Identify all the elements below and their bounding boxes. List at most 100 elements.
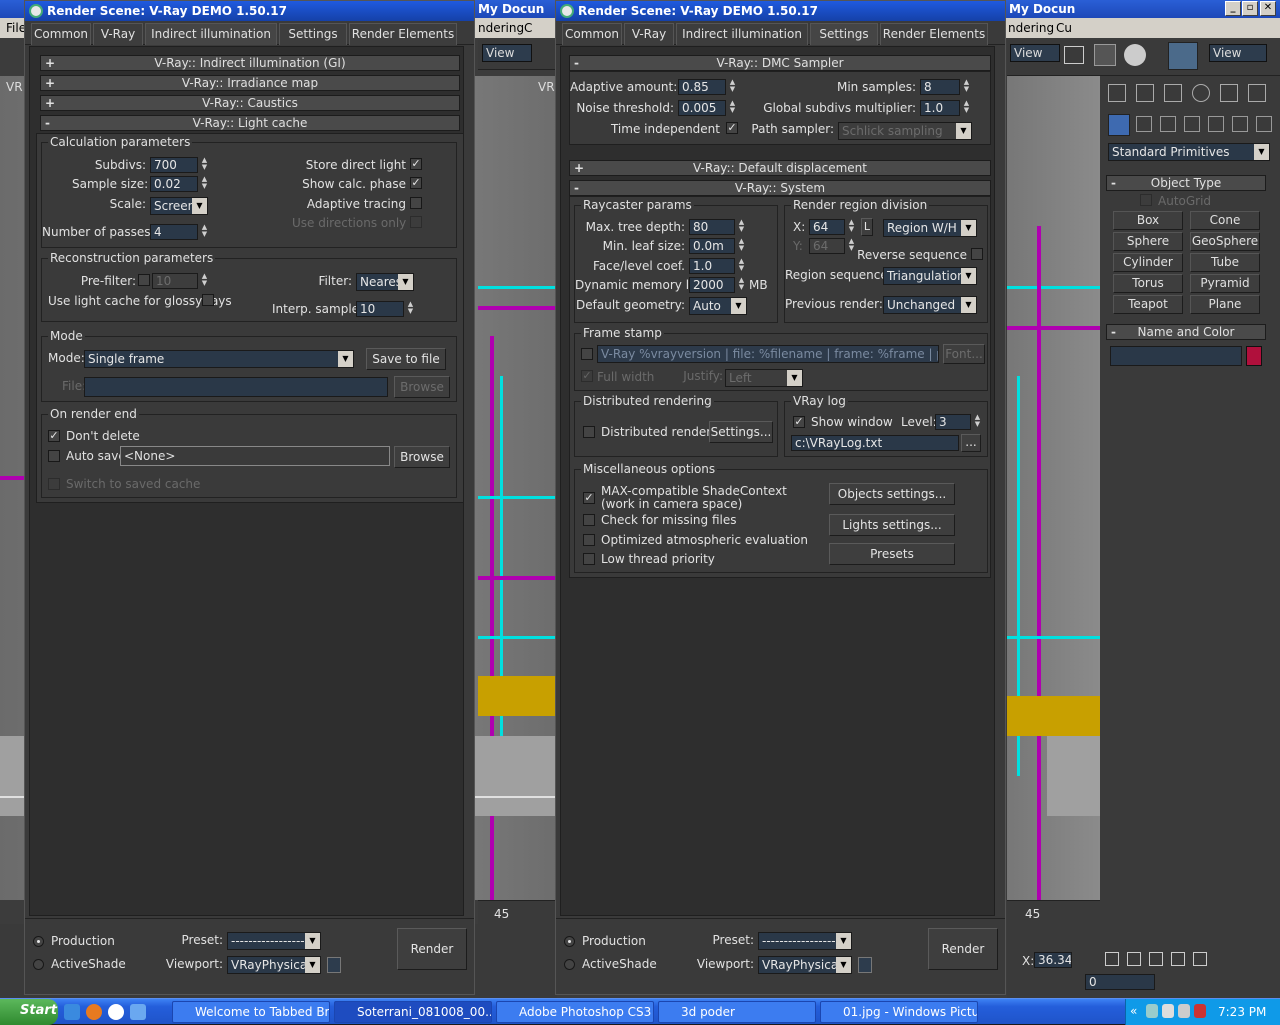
passes-spinner[interactable]: ▲ ▼ [200, 224, 209, 240]
category-dropdown[interactable]: Standard Primitives ▼ [1108, 143, 1270, 161]
show-calc-checkbox[interactable]: ✓ [410, 177, 422, 189]
viewport-dropdown[interactable]: VRayPhysicalCa ▼ [758, 956, 852, 974]
tab-common[interactable]: Common [562, 23, 622, 45]
lock-icon[interactable] [327, 957, 341, 973]
store-direct-checkbox[interactable]: ✓ [410, 158, 422, 170]
justify-dropdown[interactable]: Left ▼ [725, 369, 803, 387]
prefilter-checkbox[interactable] [138, 274, 150, 286]
sample-size-field[interactable]: 0.02 [150, 176, 198, 192]
menu-c[interactable]: C [518, 18, 538, 38]
activeshade-radio[interactable] [564, 959, 575, 970]
region-x-spinner[interactable]: ▲ ▼ [847, 219, 856, 235]
full-width-checkbox[interactable]: ✓ [581, 370, 593, 382]
irradiance-rollout[interactable]: + V-Ray:: Irradiance map [40, 75, 460, 91]
subdivs-spinner[interactable]: ▲ ▼ [200, 157, 209, 173]
use-directions-checkbox[interactable] [410, 216, 422, 228]
face-level-field[interactable]: 1.0 [689, 258, 735, 274]
auto-save-browse-button[interactable]: Browse [394, 446, 450, 468]
production-radio[interactable] [564, 936, 575, 947]
tree-depth-spinner[interactable]: ▲ ▼ [737, 219, 746, 235]
goto-start-icon[interactable] [1105, 952, 1119, 966]
distributed-checkbox[interactable] [583, 426, 595, 438]
prev-frame-icon[interactable] [1127, 952, 1141, 966]
task-3dsmax[interactable]: Soterrani_081008_00... [334, 1001, 492, 1023]
tray-icon[interactable] [1162, 1004, 1174, 1018]
cmd-tab-modify-icon[interactable] [1136, 84, 1154, 102]
displacement-rollout[interactable]: + V-Ray:: Default displacement [569, 160, 991, 176]
color-swatch[interactable] [1246, 346, 1262, 366]
box-button[interactable]: Box [1113, 211, 1183, 230]
interp-spinner[interactable]: ▲ ▼ [406, 301, 415, 317]
auto-save-checkbox[interactable] [48, 450, 60, 462]
menu-cu[interactable]: Cu [1050, 18, 1078, 38]
task-photoshop[interactable]: Adobe Photoshop CS3 [496, 1001, 654, 1023]
timeline[interactable]: 45 [478, 900, 557, 924]
helpers-icon[interactable] [1208, 116, 1224, 132]
noise-spinner[interactable]: ▲ ▼ [728, 100, 737, 116]
atmospheric-checkbox[interactable] [583, 534, 595, 546]
firefox-icon[interactable] [86, 1004, 102, 1020]
dont-delete-checkbox[interactable]: ✓ [48, 430, 60, 442]
browse-button[interactable]: Browse [394, 376, 450, 398]
file-field[interactable] [84, 377, 388, 397]
pyramid-button[interactable]: Pyramid [1190, 274, 1260, 293]
tab-indirect-illumination[interactable]: Indirect illumination [676, 23, 808, 45]
lights-icon[interactable] [1160, 116, 1176, 132]
systems-icon[interactable] [1256, 116, 1272, 132]
minimize-button[interactable]: _ [1225, 1, 1241, 16]
preset-dropdown[interactable]: ---------------------- ▼ [227, 932, 321, 950]
memory-limit-spinner[interactable]: ▲ ▼ [737, 277, 746, 293]
layer-icon[interactable] [1064, 46, 1084, 64]
tab-indirect-illumination[interactable]: Indirect illumination [145, 23, 277, 45]
tree-depth-field[interactable]: 80 [689, 219, 735, 235]
noise-field[interactable]: 0.005 [678, 100, 726, 116]
production-radio[interactable] [33, 936, 44, 947]
prefilter-field[interactable]: 10 [152, 273, 198, 289]
preset-dropdown[interactable]: ---------------------- ▼ [758, 932, 852, 950]
mode-dropdown[interactable]: Single frame ▼ [84, 350, 354, 368]
object-name-field[interactable] [1110, 346, 1242, 366]
task-browser[interactable]: Welcome to Tabbed Bro... [172, 1001, 330, 1023]
ie-icon[interactable] [64, 1004, 80, 1020]
close-button[interactable]: ✕ [1260, 1, 1276, 16]
time-independent-checkbox[interactable]: ✓ [726, 122, 738, 134]
frame-stamp-checkbox[interactable] [581, 348, 593, 360]
antivirus-icon[interactable] [1194, 1004, 1206, 1018]
log-level-spinner[interactable]: ▲ ▼ [973, 414, 982, 430]
global-subdivs-field[interactable]: 1.0 [920, 100, 960, 116]
start-button[interactable]: Start [0, 999, 58, 1025]
toolbar-icon[interactable] [1124, 44, 1146, 66]
viewport-dropdown[interactable]: VRayPhysicalCa ▼ [227, 956, 321, 974]
x-coord-field[interactable]: 36.34 [1034, 952, 1072, 968]
frame-field[interactable]: 0 [1085, 974, 1155, 990]
missing-files-checkbox[interactable] [583, 514, 595, 526]
leaf-size-spinner[interactable]: ▲ ▼ [737, 238, 746, 254]
name-color-rollout[interactable]: - Name and Color [1106, 324, 1266, 340]
sphere-button[interactable]: Sphere [1113, 232, 1183, 251]
geosphere-button[interactable]: GeoSphere [1190, 232, 1260, 251]
region-sequence-dropdown[interactable]: Triangulation ▼ [883, 267, 977, 285]
geometry-icon[interactable] [1108, 114, 1130, 136]
cmd-tab-hierarchy-icon[interactable] [1164, 84, 1182, 102]
quicklaunch-icon[interactable] [130, 1004, 146, 1020]
lock-xy-button[interactable]: L [861, 218, 873, 236]
switch-cache-checkbox[interactable] [48, 478, 60, 490]
presets-button[interactable]: Presets [829, 543, 955, 565]
render-button[interactable]: Render [928, 928, 998, 970]
task-folder[interactable]: 3d poder [658, 1001, 816, 1023]
save-to-file-button[interactable]: Save to file [366, 348, 446, 370]
play-icon[interactable] [1149, 952, 1163, 966]
rollout-scroll-area[interactable]: - V-Ray:: DMC Sampler Adaptive amount: 0.… [560, 46, 995, 916]
shapes-icon[interactable] [1136, 116, 1152, 132]
cmd-tab-utilities-icon[interactable] [1248, 84, 1266, 102]
panda-icon[interactable] [108, 1004, 124, 1020]
font-button[interactable]: Font... [943, 344, 985, 364]
tab-vray[interactable]: V-Ray [93, 23, 143, 45]
tray-expand-icon[interactable]: « [1130, 1004, 1137, 1018]
viewport-right[interactable] [1007, 76, 1100, 900]
leaf-size-field[interactable]: 0.0m [689, 238, 735, 254]
activeshade-radio[interactable] [33, 959, 44, 970]
log-browse-button[interactable]: ... [961, 434, 981, 452]
previous-render-dropdown[interactable]: Unchanged ▼ [883, 296, 977, 314]
glossy-checkbox[interactable] [202, 294, 214, 306]
